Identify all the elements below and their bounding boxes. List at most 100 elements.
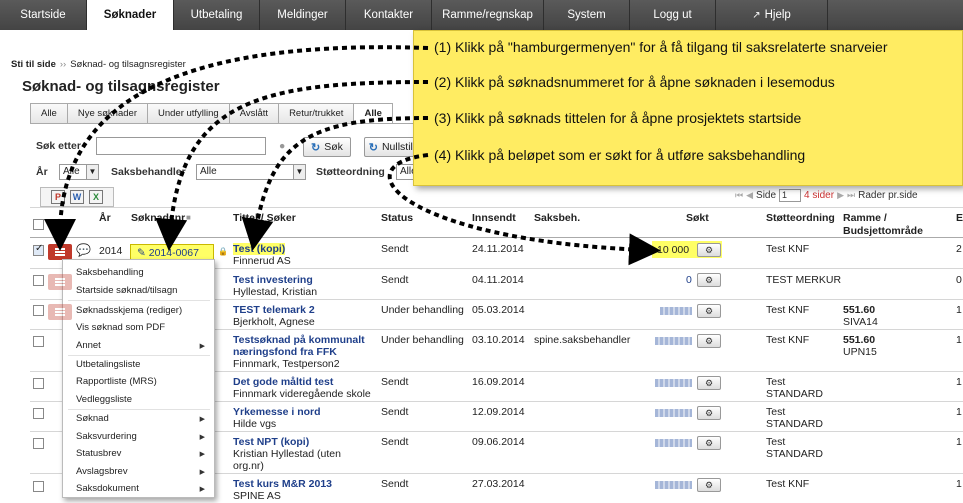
menu-item-vedleggsliste[interactable]: Vedleggsliste [76,394,132,405]
menu-item-pdf[interactable]: Vis søknad som PDF [76,322,165,333]
gear-icon[interactable]: ⚙ [697,334,721,348]
tab-alle-2[interactable]: Alle [353,103,393,124]
breadcrumb-home[interactable]: Sti til side [11,59,56,70]
menu-item-soknad[interactable]: Søknad [76,413,109,424]
menu-item-annet[interactable]: Annet [76,340,101,351]
gear-icon[interactable]: ⚙ [697,304,721,318]
col-title[interactable]: Tittel / Søker [233,212,296,224]
menu-item-rapportliste[interactable]: Rapportliste (MRS) [76,376,157,387]
menu-item-avslagsbrev[interactable]: Avslagsbrev [76,466,128,477]
tab-retur[interactable]: Retur/trukket [278,103,355,124]
year-select[interactable]: Alle ▼ [59,164,99,180]
menu-item-startside[interactable]: Startside søknad/tilsagn [76,285,177,296]
tab-avslatt[interactable]: Avslått [228,103,280,124]
row-title[interactable]: Test investering Hyllestad, Kristian [233,274,317,298]
row-checkbox[interactable] [33,378,44,389]
menu-item-skjema[interactable]: Søknadsskjema (rediger) [76,305,182,316]
nav-tab-system[interactable]: System [544,0,630,30]
col-budget[interactable]: Ramme / Budsjettområde [843,212,933,238]
col-status[interactable]: Status [381,212,413,224]
nav-tab-logout[interactable]: Logg ut [630,0,716,30]
row-title[interactable]: Det gode måltid test Finnmark videregåen… [233,376,371,400]
gear-icon[interactable]: ⚙ [697,478,721,492]
row-checkbox[interactable] [33,438,44,449]
gear-icon[interactable]: ⚙ [697,273,721,287]
handler-select[interactable]: Alle ▼ [196,164,306,180]
col-number[interactable]: Søknadsnr [131,212,185,224]
amount-obscured[interactable] [655,409,692,417]
title-link[interactable]: Det gode måltid test [233,376,333,388]
hamburger-menu-icon[interactable] [48,274,72,290]
title-link[interactable]: TEST telemark 2 [233,304,315,316]
nav-tab-ramme[interactable]: Ramme/regnskap [432,0,544,30]
row-title[interactable]: Test (kopi) Finnerud AS [233,243,291,267]
tab-nye[interactable]: Nye søknader [66,103,148,124]
col-handler[interactable]: Saksbeh. [534,212,580,224]
row-checkbox[interactable] [33,481,44,492]
amount-obscured[interactable] [655,337,692,345]
row-title[interactable]: TEST telemark 2 Bjerkholt, Agnese [233,304,315,328]
row-checkbox[interactable] [33,408,44,419]
title-link[interactable]: Test (kopi) [233,243,286,255]
title-link-line2[interactable]: næringsfond fra FFK [233,346,337,358]
menu-item-utbetalingsliste[interactable]: Utbetalingsliste [76,359,140,370]
amount-obscured[interactable] [655,439,692,447]
col-year[interactable]: År [99,212,111,224]
menu-item-saksvurdering[interactable]: Saksvurdering [76,431,137,442]
amount-link[interactable]: 0 [686,274,692,286]
search-input[interactable] [96,137,266,155]
tab-under-utfylling[interactable]: Under utfylling [146,103,230,124]
hamburger-menu-icon[interactable] [48,244,72,260]
row-checkbox[interactable] [33,305,44,316]
pdf-icon[interactable]: P [51,190,65,204]
col-sent[interactable]: Innsendt [472,212,516,224]
title-link[interactable]: Test kurs M&R 2013 [233,478,332,490]
row-checkbox[interactable] [33,275,44,286]
nav-tab-soknader[interactable]: Søknader [87,0,174,30]
first-page-icon[interactable]: ⏮ [735,190,743,201]
col-scheme[interactable]: Støtteordning [766,212,835,224]
amount-obscured[interactable] [655,481,692,489]
hamburger-menu-icon[interactable] [48,304,72,320]
menu-item-saksbehandling[interactable]: Saksbehandling [76,267,144,278]
row-status: Sendt [381,436,409,448]
select-all-checkbox[interactable] [33,219,44,230]
menu-item-saksdokument[interactable]: Saksdokument [76,483,139,494]
comment-icon[interactable]: 💬 [76,244,91,256]
col-amount[interactable]: Søkt [686,212,709,224]
amount-obscured[interactable] [660,307,692,315]
nav-tab-meldinger[interactable]: Meldinger [260,0,346,30]
nav-tab-help[interactable]: ↗ Hjelp [716,0,828,30]
next-page-icon[interactable]: ▶ [837,190,844,201]
row-checkbox[interactable] [33,243,44,256]
row-title[interactable]: Test kurs M&R 2013 SPINE AS [233,478,332,502]
search-button[interactable]: ↻ Søk [303,137,351,157]
tab-alle[interactable]: Alle [30,103,68,124]
gear-icon[interactable]: ⚙ [697,243,721,257]
page-select[interactable]: 1 [779,189,802,202]
word-icon[interactable]: W [70,190,84,204]
title-link[interactable]: Test investering [233,274,313,286]
nav-tab-kontakter[interactable]: Kontakter [346,0,432,30]
reset-button[interactable]: ↻ Nullstill [364,137,420,157]
nav-tab-utbetaling[interactable]: Utbetaling [174,0,260,30]
title-link[interactable]: Testsøknad på kommunalt [233,334,365,346]
prev-page-icon[interactable]: ◀ [746,190,753,201]
excel-icon[interactable]: X [89,190,103,204]
row-title[interactable]: Testsøknad på kommunalt næringsfond fra … [233,334,365,370]
title-link[interactable]: Yrkemesse i nord [233,406,321,418]
gear-icon[interactable]: ⚙ [697,406,721,420]
row-scheme: Test KNF [766,478,810,490]
row-title[interactable]: Yrkemesse i nord Hilde vgs [233,406,321,430]
row-title[interactable]: Test NPT (kopi) Kristian Hyllestad (uten… [233,436,341,472]
gear-icon[interactable]: ⚙ [697,376,721,390]
title-link[interactable]: Test NPT (kopi) [233,436,309,448]
col-extra[interactable]: E [956,212,963,224]
menu-item-statusbrev[interactable]: Statusbrev [76,448,121,459]
application-number-link[interactable]: ✎ 2014-0067 [130,244,214,260]
nav-tab-startside[interactable]: Startside [0,0,87,30]
gear-icon[interactable]: ⚙ [697,436,721,450]
last-page-icon[interactable]: ⏭ [847,190,855,201]
amount-obscured[interactable] [655,379,692,387]
row-checkbox[interactable] [33,336,44,347]
